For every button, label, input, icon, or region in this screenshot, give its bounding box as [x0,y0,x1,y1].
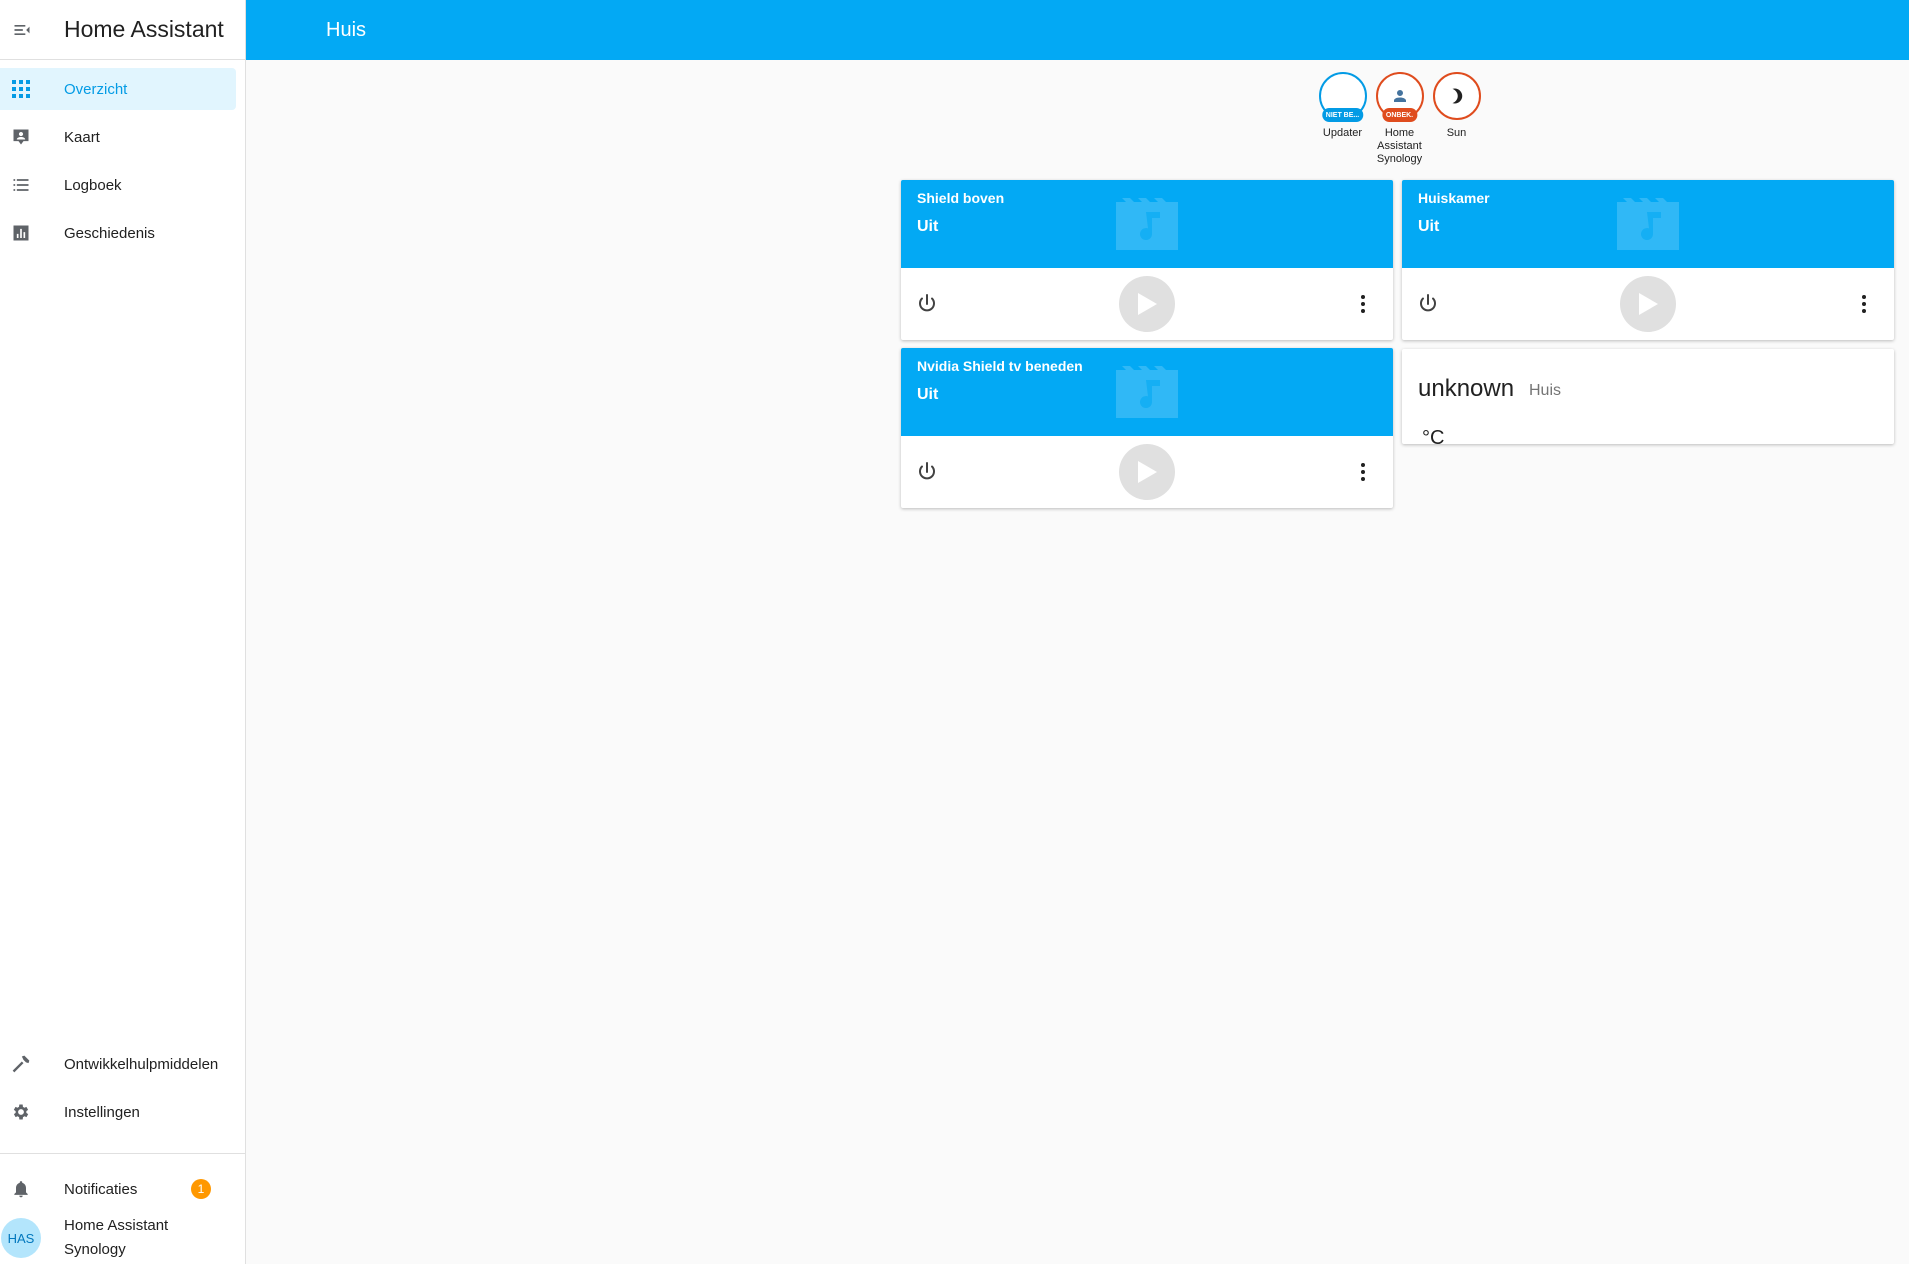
map-account-icon [0,116,42,158]
state-badges: NIET BE... Updater ONBEK. Home Assistant… [1314,72,1485,166]
badge-home-assistant-synology[interactable]: ONBEK. Home Assistant Synology [1371,72,1428,166]
chart-bar-icon [0,212,42,254]
movie-music-icon [1116,366,1178,418]
power-icon[interactable] [915,460,939,484]
badge-sun[interactable]: Sun [1428,72,1485,166]
sidebar-item-logboek[interactable]: Logboek [0,164,236,206]
sensor-value: unknown [1418,375,1515,402]
media-player-controls [1402,268,1894,340]
gear-icon [0,1091,42,1133]
sidebar-item-geschiedenis[interactable]: Geschiedenis [0,212,236,254]
sidebar-item-instellingen[interactable]: Instellingen [0,1091,236,1133]
badge-name: Updater [1322,127,1363,139]
movie-music-icon [1617,198,1679,250]
media-player-controls [901,268,1393,340]
badge-name-line: Synology [1376,153,1423,165]
badge-circle [1432,72,1481,120]
media-player-header: Nvidia Shield tv beneden Uit [901,348,1393,436]
play-icon [1138,461,1157,483]
sidebar-item-label: Logboek [64,176,122,194]
moon-icon [1452,88,1462,104]
play-button[interactable] [1119,444,1175,500]
page-title: Huis [326,18,367,41]
user-name-line1: Home Assistant [64,1217,169,1234]
badge-name: Home Assistant Synology [1371,127,1428,166]
sensor-unit: °C [1422,427,1445,444]
media-player-header: Huiskamer Uit [1402,180,1894,268]
sidebar-item-label: Kaart [64,128,100,146]
app-title: Home Assistant [64,16,224,42]
sidebar: Home Assistant Overzicht Kaart Logboek G… [0,0,246,1264]
media-player-name: Huiskamer [1418,190,1490,206]
user-name: Home Assistant Synology [64,1214,168,1262]
sidebar-nav: Overzicht Kaart Logboek Geschiedenis [0,68,245,260]
top-bar: Huis [246,0,1909,60]
sidebar-item-label: Overzicht [64,80,128,98]
bell-icon [0,1168,42,1210]
media-player-card[interactable]: Nvidia Shield tv beneden Uit [901,348,1393,508]
media-player-state: Uit [917,386,939,403]
media-player-controls [901,436,1393,508]
badge-state-pill: NIET BE... [1321,108,1364,122]
badge-name: Sun [1446,127,1467,139]
sidebar-bottom-nav: Ontwikkelhulpmiddelen Instellingen [0,1043,245,1139]
badge-name-line: Assistant [1377,140,1422,152]
sidebar-item-overzicht[interactable]: Overzicht [0,68,236,110]
media-player-name: Nvidia Shield tv beneden [917,358,1083,374]
sensor-name: Huis [1529,382,1562,399]
sidebar-notifications: Notificaties 1 [0,1168,245,1216]
badge-updater[interactable]: NIET BE... Updater [1314,72,1371,166]
account-icon [1393,90,1406,102]
media-player-header: Shield boven Uit [901,180,1393,268]
sidebar-divider [0,1153,245,1154]
user-profile[interactable]: HAS Home Assistant Synology [0,1214,245,1262]
sidebar-item-label: Ontwikkelhulpmiddelen [64,1055,219,1073]
avatar: HAS [1,1218,41,1258]
more-vert-icon[interactable] [1852,292,1876,316]
notifications-button[interactable]: Notificaties 1 [0,1168,236,1210]
hammer-icon [0,1043,42,1085]
more-vert-icon[interactable] [1351,460,1375,484]
sensor-card[interactable]: unknown Huis °C [1402,349,1894,444]
badge-state-pill: ONBEK. [1381,108,1418,122]
sidebar-item-kaart[interactable]: Kaart [0,116,236,158]
sidebar-header: Home Assistant [0,0,245,60]
list-icon [0,164,42,206]
badge-name-line: Home [1384,127,1415,139]
media-player-state: Uit [1418,218,1440,235]
play-icon [1639,293,1658,315]
sidebar-item-ontwikkelhulpmiddelen[interactable]: Ontwikkelhulpmiddelen [0,1043,236,1085]
movie-music-icon [1116,198,1178,250]
media-player-state: Uit [917,218,939,235]
play-icon [1138,293,1157,315]
sidebar-item-label: Instellingen [64,1103,140,1121]
power-icon[interactable] [1416,292,1440,316]
power-icon[interactable] [915,292,939,316]
sidebar-item-label: Geschiedenis [64,224,155,242]
menu-collapse-icon [14,24,30,35]
badge-circle: ONBEK. [1375,72,1424,122]
play-button[interactable] [1119,276,1175,332]
more-vert-icon[interactable] [1351,292,1375,316]
notifications-count-badge: 1 [191,1179,211,1199]
media-player-card[interactable]: Huiskamer Uit [1402,180,1894,340]
media-player-name: Shield boven [917,190,1005,206]
notifications-label: Notificaties [64,1180,138,1198]
menu-collapse-button[interactable] [0,8,44,52]
play-button[interactable] [1620,276,1676,332]
view-dashboard-icon [0,68,42,110]
badge-circle: NIET BE... [1318,72,1367,122]
media-player-card[interactable]: Shield boven Uit [901,180,1393,340]
user-name-line2: Synology [64,1241,126,1258]
